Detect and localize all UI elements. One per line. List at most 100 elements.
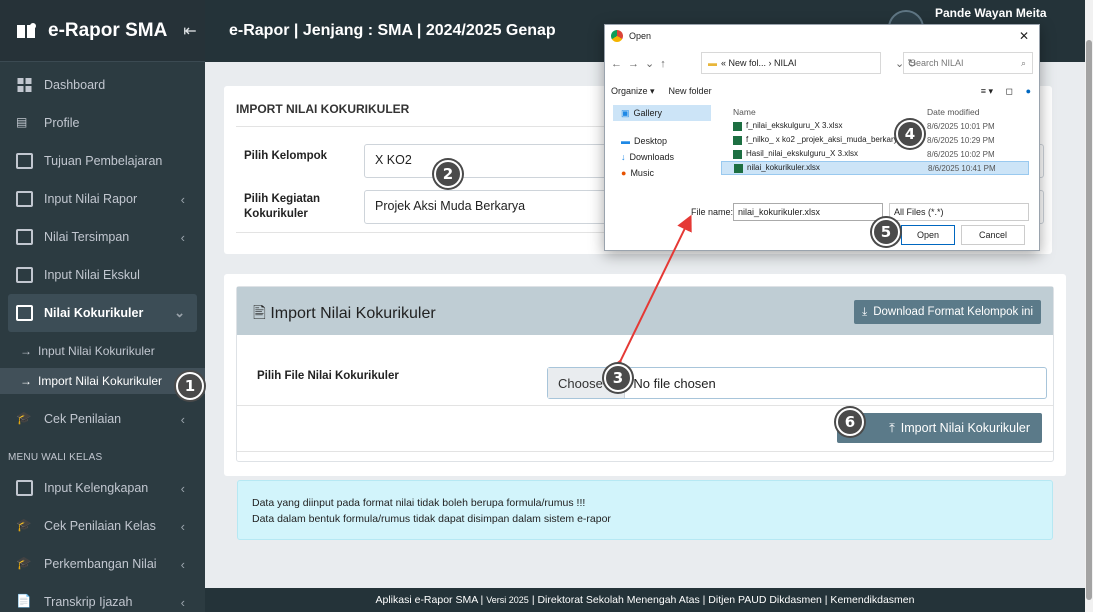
chevron-left-icon: ‹	[180, 518, 185, 534]
chevron-left-icon: ‹	[180, 411, 185, 427]
dialog-nav-pane: ▣ Gallery ▬ Desktop ↓ Downloads ● Music	[613, 105, 711, 185]
collapse-sidebar-icon[interactable]: ⇤	[183, 21, 196, 41]
chevron-left-icon: ‹	[180, 594, 185, 610]
file-row[interactable]: Hasil_nilai_ekskulguru_X 3.xlsx 8/6/2025 …	[721, 147, 1029, 161]
nav-item-label: Desktop	[634, 136, 668, 146]
cancel-button[interactable]: Cancel	[961, 225, 1025, 245]
open-file-dialog: Open ✕ ←→⌄↑ ▬ « New fol... › NILAI ⌄ ↻ Se…	[604, 24, 1040, 251]
arrow-right-icon: →	[20, 344, 32, 358]
search-input[interactable]: Search NILAI ⌕	[903, 52, 1033, 74]
sidebar-item-perkembangan-nilai[interactable]: 🎓 Perkembangan Nilai ‹	[0, 545, 205, 583]
info-line-1: Data yang diinput pada format nilai tida…	[252, 497, 586, 509]
sidebar-item-input-nilai-rapor[interactable]: Input Nilai Rapor ‹	[0, 180, 205, 218]
plus-square-icon	[16, 153, 33, 169]
book-icon	[16, 191, 33, 207]
kegiatan-label: Pilih Kegiatan Kokurikuler	[244, 193, 321, 220]
view-icon[interactable]: ≡ ▾	[981, 86, 993, 97]
path-box[interactable]: ▬ « New fol... › NILAI	[701, 52, 881, 74]
step-marker-4: 4	[896, 120, 924, 148]
excel-file-icon	[733, 121, 742, 131]
open-button[interactable]: Open	[901, 225, 955, 245]
sidebar-item-nilai-tersimpan[interactable]: Nilai Tersimpan ‹	[0, 218, 205, 256]
nav-item-desktop[interactable]: ▬ Desktop	[613, 133, 711, 149]
col-date[interactable]: Date modified	[927, 107, 979, 117]
sidebar-item-label: Tujuan Pembelajaran	[44, 154, 163, 168]
sidebar-item-input-nilai-ekskul[interactable]: Input Nilai Ekskul	[0, 256, 205, 294]
excel-file-icon	[734, 163, 743, 173]
import-panel-header: 🖹 Import Nilai Kokurikuler ⤓ Download For…	[237, 287, 1053, 335]
sidebar-item-nilai-kokurikuler[interactable]: Nilai Kokurikuler ⌄	[8, 294, 197, 332]
file-date: 8/6/2025 10:29 PM	[927, 135, 995, 145]
file-row-selected[interactable]: nilai_kokurikuler.xlsx 8/6/2025 10:41 PM	[721, 161, 1029, 175]
chevron-left-icon: ‹	[180, 229, 185, 245]
file-date: 8/6/2025 10:01 PM	[927, 121, 995, 131]
download-format-button[interactable]: ⤓ Download Format Kelompok ini	[854, 300, 1041, 324]
footer-version: Versi 2025	[486, 595, 529, 605]
file-name-input[interactable]: nilai_kokurikuler.xlsx	[733, 203, 883, 221]
sidebar-section-header: MENU WALI KELAS	[8, 452, 103, 463]
brand[interactable]: e-Rapor SMA ⇤	[0, 0, 205, 62]
import-card: 🖹 Import Nilai Kokurikuler ⤓ Download For…	[224, 274, 1066, 476]
sidebar-item-label: Transkrip Ijazah	[44, 595, 133, 609]
file-row[interactable]: f_nilai_ekskulguru_X 3.xlsx 8/6/2025 10:0…	[721, 119, 1029, 133]
excel-file-icon	[733, 135, 742, 145]
sidebar-item-cek-penilaian[interactable]: 🎓 Cek Penilaian ‹	[0, 400, 205, 438]
file-name-label: File name:	[691, 207, 734, 217]
sidebar-subitem-import-nilai-kokurikuler[interactable]: → Import Nilai Kokurikuler	[0, 368, 205, 394]
sidebar-item-profile[interactable]: ▤ Profile	[0, 104, 205, 142]
brand-title: e-Rapor SMA	[48, 19, 168, 41]
sidebar-item-input-kelengkapan[interactable]: Input Kelengkapan ‹	[0, 469, 205, 507]
id-card-icon: ▤	[16, 115, 28, 129]
certificate-icon: 📄	[16, 594, 32, 608]
new-folder-button[interactable]: New folder	[669, 86, 712, 96]
nav-item-music[interactable]: ● Music	[613, 165, 711, 181]
dialog-toolbar: Organize ▾ New folder ≡ ▾ ◻ ●	[611, 83, 1033, 99]
divider	[237, 451, 1053, 452]
sidebar-item-tujuan-pembelajaran[interactable]: Tujuan Pembelajaran	[0, 142, 205, 180]
import-button[interactable]: ⤒ Import Nilai Kokurikuler	[837, 413, 1042, 443]
dialog-bottom: File name: nilai_kokurikuler.xlsx All Fi…	[605, 201, 1039, 251]
footer-app: Aplikasi e-Rapor SMA |	[375, 594, 484, 606]
scrollbar-thumb[interactable]	[1086, 40, 1092, 600]
help-icon[interactable]: ●	[1026, 86, 1031, 96]
card-title: IMPORT NILAI KOKURIKULER	[236, 102, 410, 116]
file-label: Pilih File Nilai Kokurikuler	[257, 370, 399, 382]
user-name[interactable]: Pande Wayan Meita	[935, 6, 1047, 20]
chevron-left-icon: ‹	[180, 191, 185, 207]
nav-item-downloads[interactable]: ↓ Downloads	[613, 149, 711, 165]
music-icon: ●	[621, 168, 627, 178]
folder-icon: ▬	[708, 58, 717, 68]
col-name[interactable]: Name	[721, 107, 927, 117]
dialog-title: Open	[629, 31, 652, 41]
file-name: Hasil_nilai_ekskulguru_X 3.xlsx	[746, 149, 859, 159]
nav-arrows[interactable]: ←→⌄↑	[611, 57, 701, 70]
step-marker-2: 2	[434, 160, 462, 188]
sidebar-item-label: Cek Penilaian	[44, 412, 122, 426]
download-icon: ↓	[621, 152, 626, 162]
sidebar-item-label: Dashboard	[44, 78, 106, 92]
nav-item-gallery[interactable]: ▣ Gallery	[613, 105, 711, 121]
file-row[interactable]: f_nilko_ x ko2 _projek_aksi_muda_berkary…	[721, 133, 1029, 147]
file-name: f_nilko_ x ko2 _projek_aksi_muda_berkary…	[746, 135, 903, 145]
search-placeholder: Search NILAI	[910, 58, 964, 68]
dialog-titlebar: Open ✕	[605, 25, 1039, 47]
sidebar-subitem-input-nilai-kokurikuler[interactable]: → Input Nilai Kokurikuler	[0, 338, 205, 364]
file-type-select[interactable]: All Files (*.*)	[889, 203, 1029, 221]
dialog-address-bar: ←→⌄↑ ▬ « New fol... › NILAI ⌄ ↻ Search NI…	[611, 51, 1033, 75]
sidebar: e-Rapor SMA ⇤ Dashboard ▤ Profile Tujuan…	[0, 0, 205, 612]
sidebar-item-transkrip-ijazah[interactable]: 📄 Transkrip Ijazah ‹	[0, 583, 205, 612]
preview-pane-icon[interactable]: ◻	[1006, 86, 1013, 97]
search-icon: ⌕	[1020, 57, 1026, 68]
sidebar-item-dashboard[interactable]: Dashboard	[0, 66, 205, 104]
import-panel-title-text: Import Nilai Kokurikuler	[270, 305, 436, 322]
sidebar-nav-wali: Input Kelengkapan ‹ 🎓 Cek Penilaian Kela…	[0, 469, 205, 612]
divider	[237, 405, 1053, 406]
organize-menu[interactable]: Organize ▾	[611, 86, 655, 97]
nav-item-label: Gallery	[633, 108, 663, 118]
scrollbar[interactable]	[1085, 0, 1093, 612]
file-date: 8/6/2025 10:41 PM	[928, 163, 996, 173]
check-square-icon	[16, 305, 33, 321]
sidebar-item-cek-penilaian-kelas[interactable]: 🎓 Cek Penilaian Kelas ‹	[0, 507, 205, 545]
close-icon[interactable]: ✕	[1019, 29, 1029, 43]
file-list-header: Name Date modified	[721, 105, 1029, 119]
